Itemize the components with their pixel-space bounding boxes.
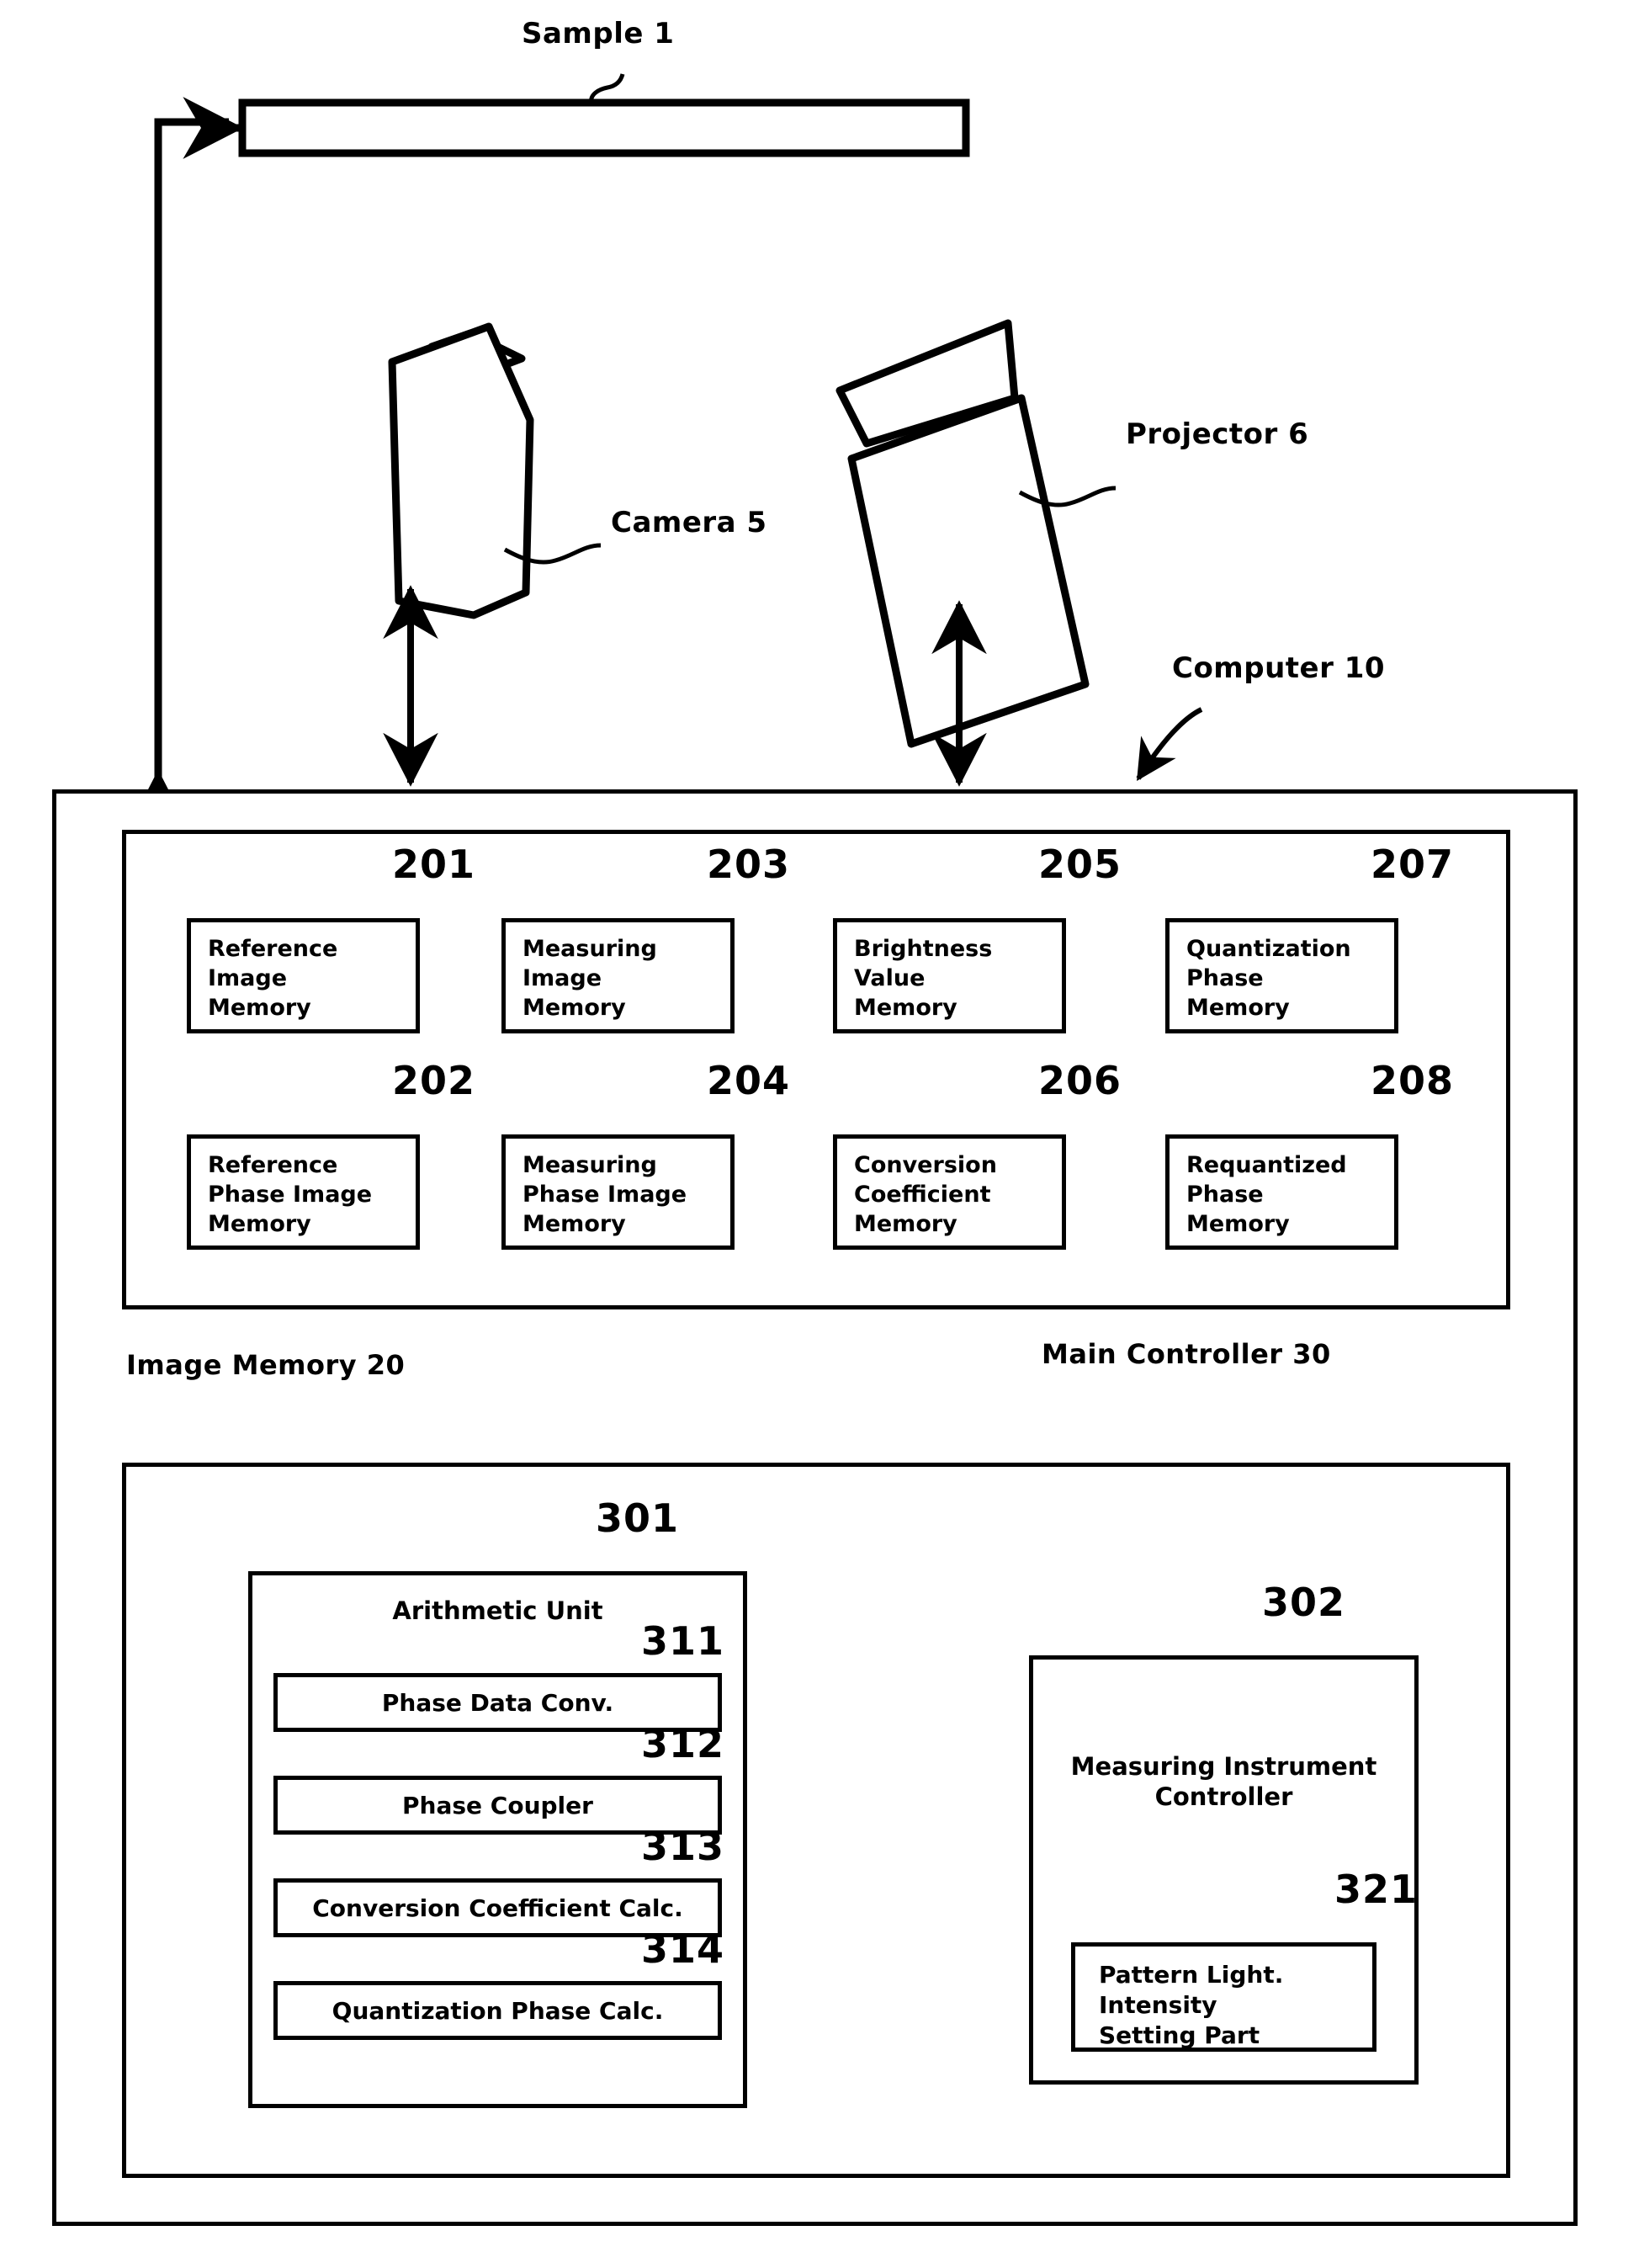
unit-314-quantization-phase-calc[interactable]: Quantization Phase Calc.	[273, 1981, 722, 2040]
memory-cell-207-line1: Quantization	[1186, 936, 1351, 962]
part-321-line3: Setting Part	[1099, 2021, 1260, 2049]
memory-cell-208-line1: Requantized	[1186, 1152, 1347, 1178]
instrument-controller-title-line1: Measuring Instrument	[1070, 1752, 1377, 1781]
computer-leader-line	[1136, 707, 1203, 782]
ref-number-203: 203	[707, 842, 791, 887]
ref-number-207: 207	[1371, 842, 1455, 887]
ref-number-313: 313	[641, 1824, 725, 1869]
sample-leader-line	[589, 73, 625, 105]
projector-label: Projector 6	[1126, 417, 1309, 451]
main-controller-label: Main Controller 30	[1042, 1338, 1331, 1370]
image-memory-label: Image Memory 20	[126, 1349, 406, 1381]
memory-cell-202-line2: Phase Image	[208, 1182, 373, 1208]
memory-cell-206-line3: Memory	[854, 1211, 957, 1238]
memory-cell-201-line3: Memory	[208, 995, 311, 1022]
projector-device	[835, 319, 1090, 748]
unit-312-label: Phase Coupler	[402, 1791, 593, 1819]
ref-number-206: 206	[1038, 1058, 1122, 1103]
computer-label: Computer 10	[1172, 651, 1386, 685]
memory-cell-202-line3: Memory	[208, 1211, 311, 1238]
camera-device	[388, 322, 534, 619]
unit-311-label: Phase Data Conv.	[381, 1688, 614, 1717]
ref-number-202: 202	[392, 1058, 476, 1103]
computer-to-sample-line	[127, 97, 244, 831]
pattern-light-intensity-setting-part[interactable]: Pattern Light. Intensity Setting Part	[1071, 1942, 1376, 2052]
memory-cell-206[interactable]: Conversion Coefficient Memory	[833, 1134, 1066, 1250]
part-321-line2: Intensity	[1099, 1990, 1217, 2019]
instrument-controller-title-line2: Controller	[1154, 1782, 1293, 1812]
memory-cell-208-line3: Memory	[1186, 1211, 1290, 1238]
memory-cell-202-line1: Reference	[208, 1152, 338, 1178]
memory-cell-207-line3: Memory	[1186, 995, 1290, 1022]
memory-cell-205-line3: Memory	[854, 995, 957, 1022]
ref-number-208: 208	[1371, 1058, 1455, 1103]
ref-number-201: 201	[392, 842, 476, 887]
ref-number-311: 311	[641, 1618, 725, 1664]
ref-number-204: 204	[707, 1058, 791, 1103]
patent-figure: Sample 1 Camera 5 Projector 6 Computer 1…	[0, 0, 1639, 2268]
memory-cell-204-line2: Phase Image	[522, 1182, 687, 1208]
memory-cell-203-line1: Measuring	[522, 936, 657, 962]
ref-number-301: 301	[596, 1495, 680, 1541]
part-321-line1: Pattern Light.	[1099, 1961, 1284, 1989]
memory-cell-204-line3: Memory	[522, 1211, 626, 1238]
instrument-controller-title: Measuring Instrument Controller	[1029, 1751, 1419, 1813]
memory-cell-205-line1: Brightness	[854, 936, 993, 962]
ref-number-302: 302	[1262, 1580, 1346, 1625]
ref-number-321: 321	[1334, 1867, 1419, 1912]
memory-cell-204-line1: Measuring	[522, 1152, 657, 1178]
memory-cell-208[interactable]: Requantized Phase Memory	[1165, 1134, 1398, 1250]
memory-cell-201-line2: Image	[208, 965, 288, 992]
camera-leader-line	[503, 543, 602, 565]
memory-cell-201-line1: Reference	[208, 936, 338, 962]
memory-cell-203-line2: Image	[522, 965, 602, 992]
memory-cell-202[interactable]: Reference Phase Image Memory	[187, 1134, 420, 1250]
memory-cell-207[interactable]: Quantization Phase Memory	[1165, 918, 1398, 1033]
unit-313-label: Conversion Coefficient Calc.	[312, 1894, 683, 1922]
memory-cell-206-line1: Conversion	[854, 1152, 997, 1178]
projector-leader-line	[1018, 486, 1117, 507]
memory-cell-206-line2: Coefficient	[854, 1182, 991, 1208]
memory-cell-203[interactable]: Measuring Image Memory	[501, 918, 735, 1033]
memory-cell-207-line2: Phase	[1186, 965, 1264, 992]
memory-cell-201[interactable]: Reference Image Memory	[187, 918, 420, 1033]
camera-label: Camera 5	[611, 506, 767, 539]
ref-number-205: 205	[1038, 842, 1122, 887]
unit-314-label: Quantization Phase Calc.	[332, 1996, 664, 2025]
memory-cell-204[interactable]: Measuring Phase Image Memory	[501, 1134, 735, 1250]
ref-number-312: 312	[641, 1721, 725, 1766]
memory-cell-205[interactable]: Brightness Value Memory	[833, 918, 1066, 1033]
memory-cell-205-line2: Value	[854, 965, 926, 992]
sample-bar	[238, 98, 970, 157]
sample-label: Sample 1	[522, 17, 675, 50]
ref-number-314: 314	[641, 1926, 725, 1972]
memory-cell-208-line2: Phase	[1186, 1182, 1264, 1208]
memory-cell-203-line3: Memory	[522, 995, 626, 1022]
